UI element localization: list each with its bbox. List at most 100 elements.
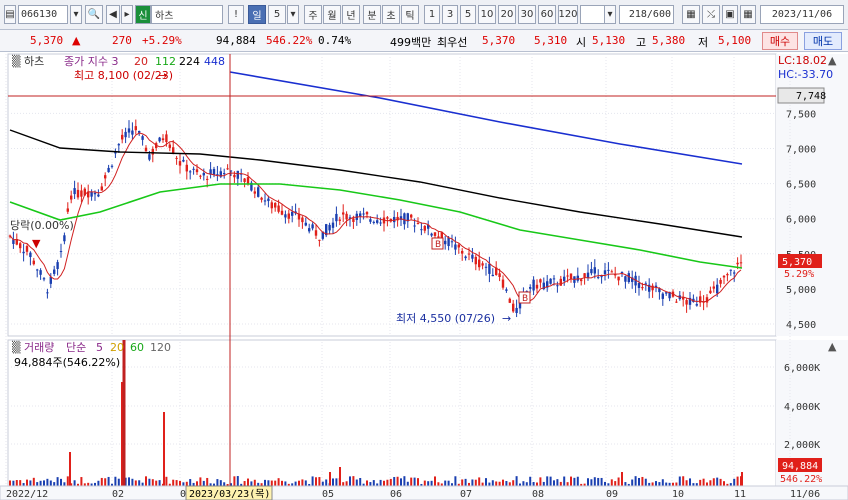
minute-opt-1[interactable]: 1: [424, 5, 440, 24]
candle-body: [508, 298, 511, 303]
stock-name[interactable]: 하츠: [151, 5, 223, 24]
candle-body: [199, 175, 202, 177]
volume-settings-icon[interactable]: ▒: [12, 340, 21, 354]
chevron-down-icon[interactable]: ▾: [287, 5, 299, 24]
price-collapse-icon[interactable]: ▲: [828, 54, 837, 67]
volume-note: 94,884주(546.22%): [14, 356, 120, 369]
candle-body: [484, 266, 488, 268]
volume-bar: [233, 476, 236, 486]
minute-opt-20[interactable]: 20: [498, 5, 516, 24]
period-year[interactable]: 년: [342, 5, 360, 24]
time-tick: 09: [606, 489, 618, 500]
code-input[interactable]: 066130: [18, 5, 68, 24]
time-axis[interactable]: [0, 485, 848, 500]
volume-bar: [107, 476, 110, 486]
candle-body: [682, 297, 685, 300]
volume-bar: [559, 481, 562, 486]
grid-icon[interactable]: ▦: [682, 5, 700, 24]
price-tick: 7,000: [786, 145, 816, 156]
volume-bar: [43, 480, 45, 486]
date-field[interactable]: 2023/11/06: [760, 5, 844, 24]
list-icon[interactable]: ▤: [4, 5, 16, 24]
prev-icon[interactable]: ▸: [121, 5, 133, 24]
panel-name: 하츠: [24, 54, 44, 68]
volume-bar: [325, 479, 328, 486]
buy-button[interactable]: 매수: [762, 32, 798, 50]
candle-body: [610, 271, 613, 273]
calendar-icon[interactable]: ▦: [740, 5, 756, 24]
period-second[interactable]: 초: [382, 5, 400, 24]
ma-112-label: 112: [155, 55, 176, 68]
candle-body: [552, 278, 556, 280]
alert-button[interactable]: !: [228, 5, 244, 24]
minute-opt-120[interactable]: 120: [558, 5, 578, 24]
chart-toggle-icon[interactable]: ⤯: [702, 5, 720, 24]
period-month[interactable]: 월: [323, 5, 341, 24]
volume-bar: [315, 477, 317, 486]
mcap-value: 499백만: [390, 36, 432, 49]
volume-bar: [39, 480, 42, 486]
minute-opt-10[interactable]: 10: [478, 5, 496, 24]
count-field[interactable]: 218/600: [619, 5, 674, 24]
volume-bar: [651, 482, 654, 486]
candle-body: [515, 307, 518, 314]
volume-bar: [430, 480, 433, 486]
chevron-down-icon[interactable]: ▾: [604, 5, 616, 24]
chart-settings-icon[interactable]: ▒: [12, 54, 21, 68]
minute-opt-30[interactable]: 30: [518, 5, 536, 24]
volume-bar: [26, 479, 28, 486]
sell-button[interactable]: 매도: [804, 32, 842, 50]
volume-bar: [610, 479, 613, 486]
candle-body: [556, 285, 559, 287]
volume-bar: [532, 482, 535, 486]
high-label: 고: [636, 36, 647, 49]
candle-body: [583, 273, 586, 278]
volume-bar: [665, 482, 668, 486]
volume-legend-simple: 단순: [66, 341, 86, 354]
candle-body: [168, 144, 171, 148]
price-tick: 5,000: [786, 285, 816, 296]
candle-body: [25, 246, 29, 252]
candle-body: [491, 274, 494, 277]
search-icon[interactable]: 🔍: [85, 5, 103, 24]
volume-bar: [277, 478, 280, 486]
candle-body: [464, 256, 467, 259]
volume-bar: [529, 476, 532, 486]
volume-bar: [281, 480, 283, 486]
candle-body: [161, 138, 165, 141]
volume-bar: [104, 478, 107, 486]
candle-body: [461, 250, 464, 254]
period-day[interactable]: 일: [248, 5, 266, 24]
candle-body: [284, 214, 287, 218]
period-minute[interactable]: 분: [363, 5, 381, 24]
candle-body: [335, 213, 338, 222]
volume-bar: [437, 482, 440, 486]
candle-body: [627, 273, 630, 283]
candle-body: [36, 269, 39, 271]
volume-collapse-icon[interactable]: ▲: [828, 340, 837, 353]
period-week[interactable]: 주: [304, 5, 322, 24]
minute-opt-60[interactable]: 60: [538, 5, 556, 24]
stock-chart[interactable]: ▒ 하츠 종가 지수 3 20 112 224 448 최고 8,100 (02…: [0, 52, 848, 500]
minute-opt-3[interactable]: 3: [442, 5, 458, 24]
volume-bar: [566, 482, 569, 486]
period-tick[interactable]: 틱: [401, 5, 419, 24]
speaker-icon[interactable]: ◀: [106, 5, 120, 24]
volume-bar: [682, 476, 685, 486]
volume-bar: [321, 481, 324, 486]
minute-opt-5[interactable]: 5: [460, 5, 476, 24]
low-label: 저: [698, 36, 709, 49]
dropdown-icon[interactable]: ▾: [70, 5, 82, 24]
volume-bar: [311, 476, 314, 486]
volume-bar: [172, 479, 175, 486]
volume-bar: [185, 481, 188, 486]
day-count[interactable]: 5: [268, 5, 286, 24]
volume-bar: [250, 481, 253, 486]
candle-body: [304, 222, 307, 226]
volume-bar: [485, 478, 487, 486]
candle-body: [110, 165, 114, 167]
candle-body: [63, 235, 66, 242]
volume-bar: [206, 477, 209, 486]
save-icon[interactable]: ▣: [722, 5, 738, 24]
best-bid: 5,310: [534, 34, 568, 47]
